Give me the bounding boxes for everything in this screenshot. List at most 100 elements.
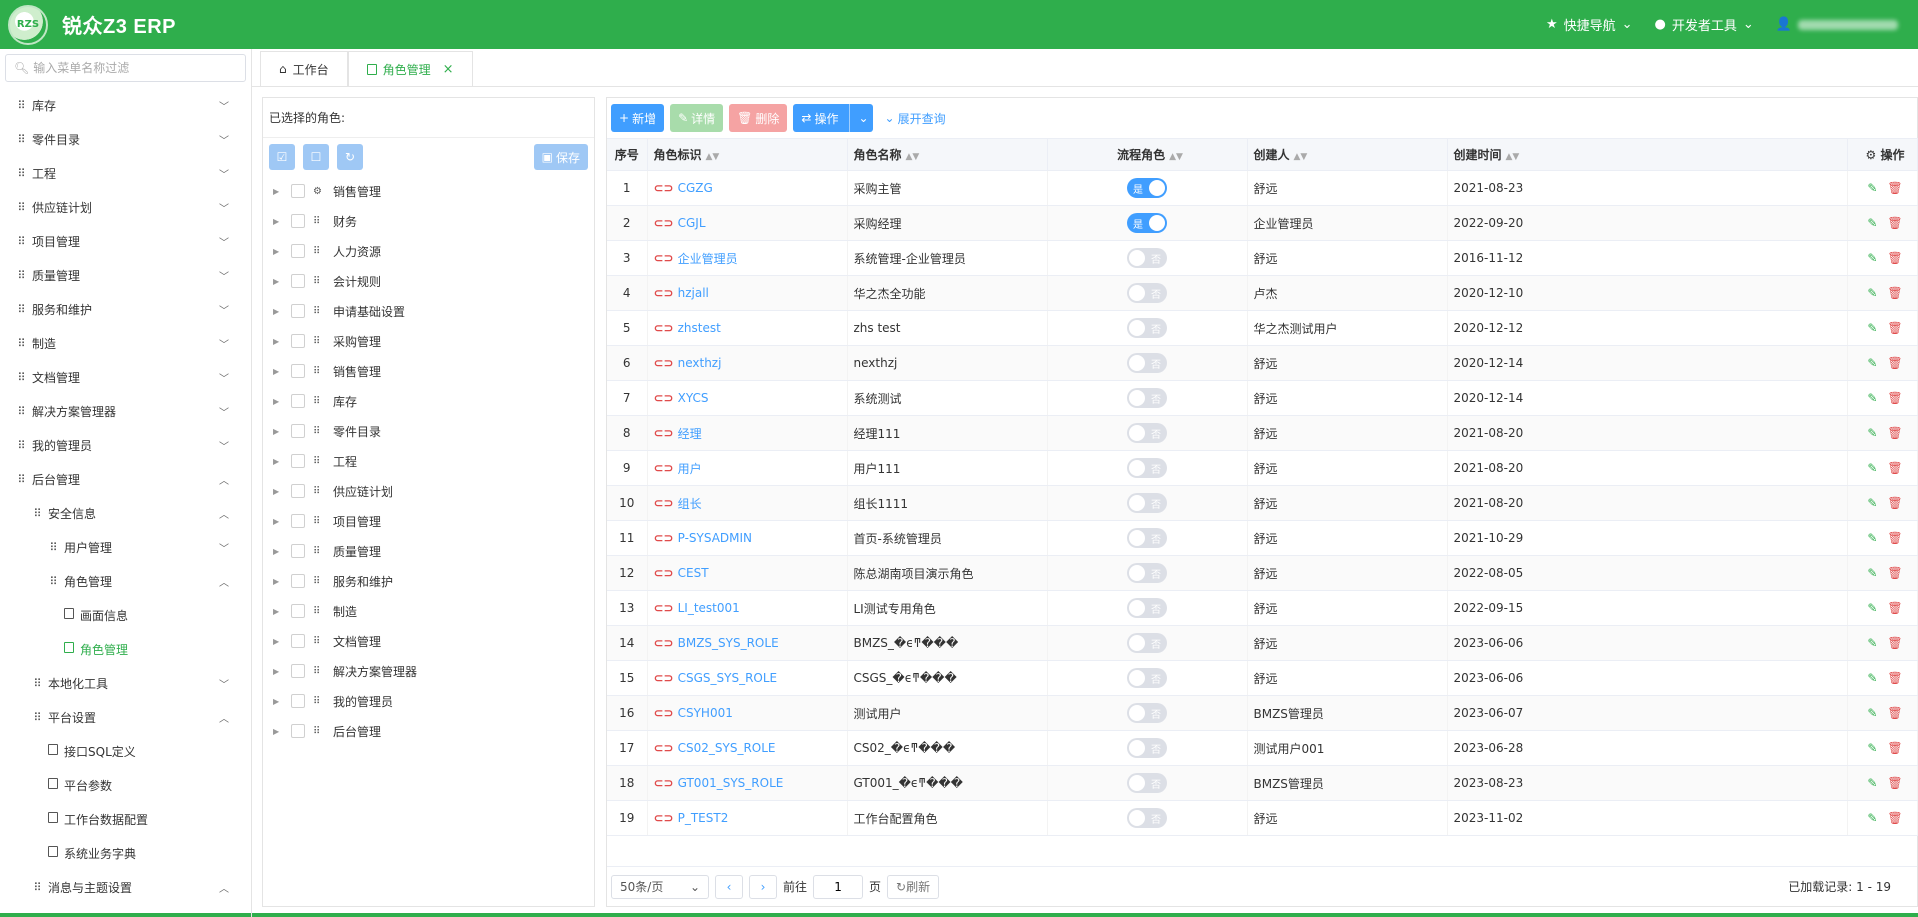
flow-role-switch[interactable]: 是 — [1127, 213, 1167, 233]
caret-right-icon[interactable]: ▶ — [273, 247, 285, 256]
role-code-link[interactable]: ⊂⊃ P_TEST2 — [654, 811, 847, 825]
edit-icon[interactable]: ✎ — [1867, 216, 1877, 230]
delete-button[interactable]: 🗑︎ 删除 — [729, 104, 788, 132]
tree-node[interactable]: ▶ ⠿ 库存 — [263, 386, 594, 416]
table-row[interactable]: 1 ⊂⊃ CGZG 采购主管是舒远 2021-08-23 ✎ 🗑︎ — [607, 170, 1918, 206]
edit-icon[interactable]: ✎ — [1867, 741, 1877, 755]
flow-role-switch[interactable]: 是 — [1127, 178, 1167, 198]
table-row[interactable]: 17 ⊂⊃ CS02_SYS_ROLE CS02_�ϵͳ��� 否测试用户001 2023… — [607, 730, 1918, 766]
caret-right-icon[interactable]: ▶ — [273, 397, 285, 406]
role-code-link[interactable]: ⊂⊃ CSYH001 — [654, 706, 847, 720]
tree-checkbox[interactable] — [291, 484, 305, 498]
role-code-link[interactable]: ⊂⊃ CS02_SYS_ROLE — [654, 741, 847, 755]
sidebar-item[interactable]: ⠿ 库存 ﹀ — [0, 88, 251, 122]
edit-icon[interactable]: ✎ — [1867, 636, 1877, 650]
role-code-link[interactable]: ⊂⊃ GT001_SYS_ROLE — [654, 776, 847, 790]
sidebar-item[interactable]: 接口SQL定义 — [0, 734, 251, 768]
trash-icon[interactable]: 🗑︎ — [1887, 181, 1902, 195]
edit-icon[interactable]: ✎ — [1867, 426, 1877, 440]
tree-node[interactable]: ▶ ⠿ 采购管理 — [263, 326, 594, 356]
table-row[interactable]: 16 ⊂⊃ CSYH001 测试用户否 BMZS管理员 2023-06-07 ✎ 🗑︎ — [607, 695, 1918, 731]
table-row[interactable]: 2 ⊂⊃ CGJL 采购经理是企业管理员 2022-09-20 ✎ 🗑︎ — [607, 205, 1918, 241]
table-row[interactable]: 5 ⊂⊃ zhstest zhs test 否华之杰测试用户 2020-12-12 ✎ 🗑︎ — [607, 310, 1918, 346]
page-size-select[interactable]: 50条/页 ⌄ — [611, 874, 709, 899]
role-code-link[interactable]: ⊂⊃ P-SYSADMIN — [654, 531, 847, 545]
gear-icon[interactable]: ⚙ — [1866, 148, 1877, 162]
flow-role-switch[interactable]: 否 — [1127, 458, 1167, 478]
sidebar-item[interactable]: ⠿ 我的管理员 ﹀ — [0, 428, 251, 462]
tree-checkbox[interactable] — [291, 514, 305, 528]
tree-node[interactable]: ▶ ⠿ 供应链计划 — [263, 476, 594, 506]
dev-tools-menu[interactable]: ● 开发者工具 ⌄ — [1655, 15, 1754, 34]
role-code-link[interactable]: ⊂⊃ CEST — [654, 566, 847, 580]
edit-icon[interactable]: ✎ — [1867, 776, 1877, 790]
role-code-link[interactable]: ⊂⊃ 企业管理员 — [654, 250, 847, 267]
tree-checkbox[interactable] — [291, 574, 305, 588]
caret-right-icon[interactable]: ▶ — [273, 187, 285, 196]
sidebar-item[interactable]: 工作台数据配置 — [0, 802, 251, 836]
sidebar-item[interactable]: 系统业务字典 — [0, 836, 251, 870]
sort-icon[interactable]: ▲▼ — [1294, 152, 1308, 162]
trash-icon[interactable]: 🗑︎ — [1887, 636, 1902, 650]
sidebar-item[interactable]: ⠿ 文档管理 ﹀ — [0, 360, 251, 394]
expand-query-link[interactable]: ⌄ 展开查询 — [885, 110, 946, 127]
edit-icon[interactable]: ✎ — [1867, 601, 1877, 615]
check-all-button[interactable]: ☑ — [269, 144, 295, 170]
sidebar-item[interactable]: ⠿ 解决方案管理器 ﹀ — [0, 394, 251, 428]
edit-icon[interactable]: ✎ — [1867, 671, 1877, 685]
caret-right-icon[interactable]: ▶ — [273, 487, 285, 496]
sort-icon[interactable]: ▲▼ — [1169, 152, 1183, 162]
caret-right-icon[interactable]: ▶ — [273, 337, 285, 346]
trash-icon[interactable]: 🗑︎ — [1887, 601, 1902, 615]
table-row[interactable]: 14 ⊂⊃ BMZS_SYS_ROLE BMZS_�ϵͳ��� 否舒远 2023-06-0… — [607, 625, 1918, 661]
tree-node[interactable]: ▶ ⠿ 文档管理 — [263, 626, 594, 656]
tree-node[interactable]: ▶ ⚙ 销售管理 — [263, 176, 594, 206]
edit-icon[interactable]: ✎ — [1867, 356, 1877, 370]
role-code-link[interactable]: ⊂⊃ zhstest — [654, 321, 847, 335]
edit-icon[interactable]: ✎ — [1867, 531, 1877, 545]
operations-dropdown[interactable]: ⇄ 操作 ⌄ — [793, 104, 873, 132]
tree-node[interactable]: ▶ ⠿ 质量管理 — [263, 536, 594, 566]
flow-role-switch[interactable]: 否 — [1127, 353, 1167, 373]
table-row[interactable]: 9 ⊂⊃ 用户 用户111 否舒远 2021-08-20 ✎ 🗑︎ — [607, 450, 1918, 486]
edit-icon[interactable]: ✎ — [1867, 321, 1877, 335]
tree-node[interactable]: ▶ ⠿ 制造 — [263, 596, 594, 626]
trash-icon[interactable]: 🗑︎ — [1887, 356, 1902, 370]
caret-right-icon[interactable]: ▶ — [273, 307, 285, 316]
edit-icon[interactable]: ✎ — [1867, 391, 1877, 405]
sidebar-item[interactable]: ⠿ 本地化工具 ﹀ — [0, 666, 251, 700]
flow-role-switch[interactable]: 否 — [1127, 773, 1167, 793]
flow-role-switch[interactable]: 否 — [1127, 703, 1167, 723]
tree-checkbox[interactable] — [291, 454, 305, 468]
tree-checkbox[interactable] — [291, 274, 305, 288]
tree-checkbox[interactable] — [291, 334, 305, 348]
trash-icon[interactable]: 🗑︎ — [1887, 426, 1902, 440]
table-row[interactable]: 7 ⊂⊃ XYCS 系统测试否舒远 2020-12-14 ✎ 🗑︎ — [607, 380, 1918, 416]
tree-node[interactable]: ▶ ⠿ 会计规则 — [263, 266, 594, 296]
sidebar-item[interactable]: ⠿ 平台设置 ︿ — [0, 700, 251, 734]
tree-checkbox[interactable] — [291, 364, 305, 378]
tree-checkbox[interactable] — [291, 724, 305, 738]
tree-node[interactable]: ▶ ⠿ 服务和维护 — [263, 566, 594, 596]
tree-node[interactable]: ▶ ⠿ 申请基础设置 — [263, 296, 594, 326]
trash-icon[interactable]: 🗑︎ — [1887, 391, 1902, 405]
flow-role-switch[interactable]: 否 — [1127, 633, 1167, 653]
flow-role-switch[interactable]: 否 — [1127, 493, 1167, 513]
caret-right-icon[interactable]: ▶ — [273, 367, 285, 376]
caret-right-icon[interactable]: ▶ — [273, 697, 285, 706]
sidebar-item[interactable]: ⠿ 供应链计划 ﹀ — [0, 190, 251, 224]
sort-icon[interactable]: ▲▼ — [706, 152, 720, 162]
table-row[interactable]: 18 ⊂⊃ GT001_SYS_ROLE GT001_�ϵͳ��� 否 BMZS管理员 20… — [607, 765, 1918, 801]
tree-checkbox[interactable] — [291, 634, 305, 648]
tree-checkbox[interactable] — [291, 244, 305, 258]
flow-role-switch[interactable]: 否 — [1127, 808, 1167, 828]
tree-node[interactable]: ▶ ⠿ 后台管理 — [263, 716, 594, 746]
quick-nav-menu[interactable]: ★ 快捷导航 ⌄ — [1546, 15, 1633, 34]
trash-icon[interactable]: 🗑︎ — [1887, 286, 1902, 300]
edit-icon[interactable]: ✎ — [1867, 251, 1877, 265]
close-icon[interactable]: × — [443, 62, 454, 77]
tree-node[interactable]: ▶ ⠿ 解决方案管理器 — [263, 656, 594, 686]
sidebar-item[interactable]: ⠿ 安全信息 ︿ — [0, 496, 251, 530]
caret-right-icon[interactable]: ▶ — [273, 217, 285, 226]
uncheck-all-button[interactable]: ☐ — [303, 144, 329, 170]
